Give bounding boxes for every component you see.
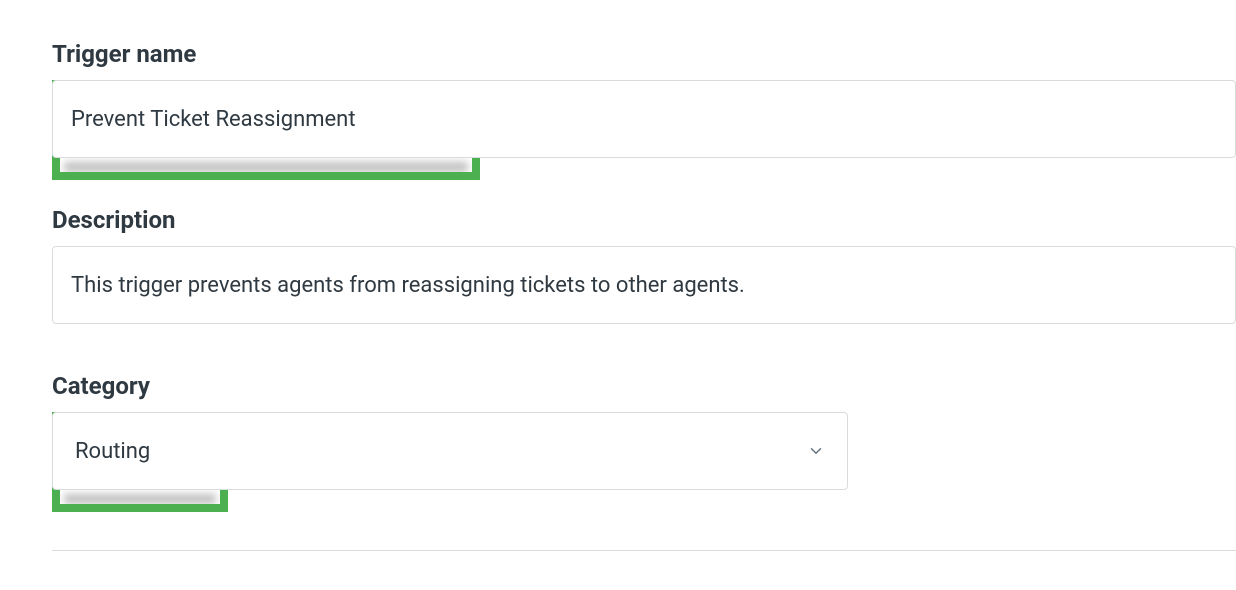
trigger-name-highlight [52,80,1236,158]
category-selected-value: Routing [75,439,150,464]
description-label: Description [52,206,1236,234]
trigger-name-group: Trigger name [52,40,1236,158]
category-label: Category [52,372,1236,400]
divider [52,550,1236,551]
category-select[interactable]: Routing [52,412,848,490]
chevron-down-icon [807,442,825,460]
category-group: Category Routing [52,372,1236,490]
trigger-name-label: Trigger name [52,40,1236,68]
description-group: Description [52,206,1236,324]
trigger-name-input[interactable] [52,80,1236,158]
category-highlight: Routing [52,412,848,490]
description-input[interactable] [52,246,1236,324]
